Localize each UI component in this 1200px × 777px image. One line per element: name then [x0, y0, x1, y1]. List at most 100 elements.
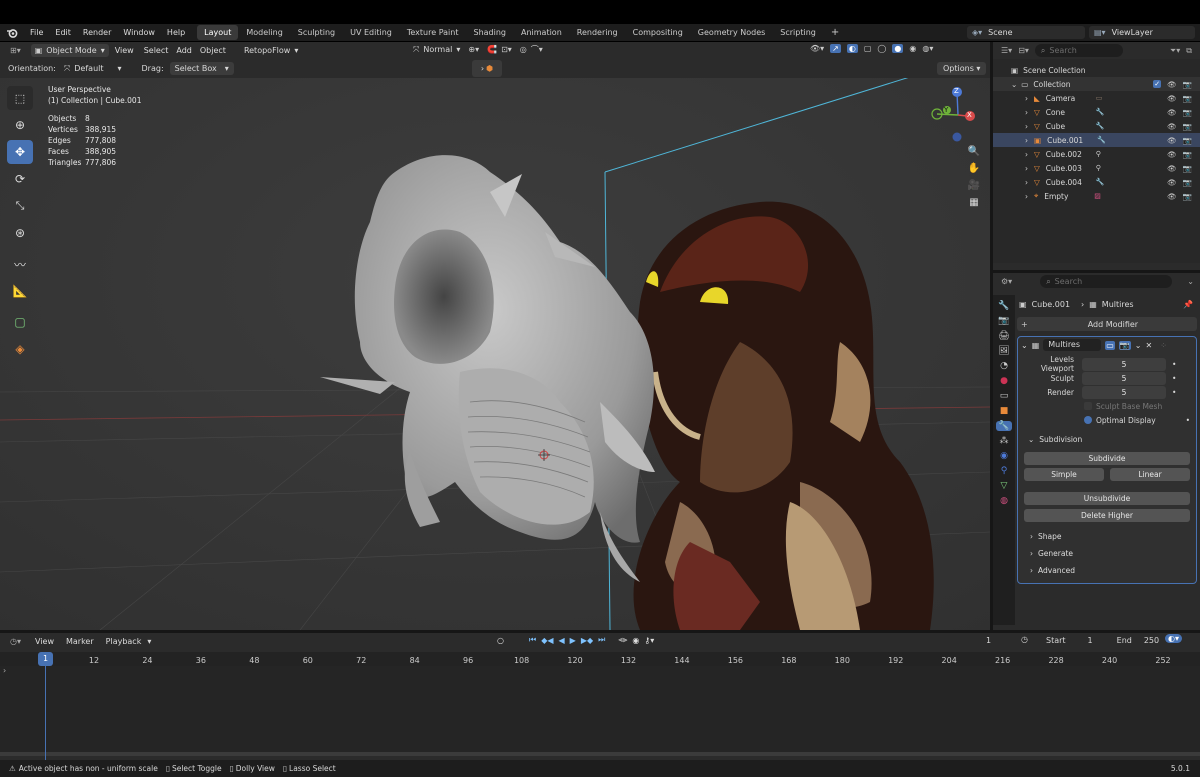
outliner-item[interactable]: › ▣ Cube.001 🔧 👁 📷 [993, 133, 1200, 147]
subdivide-button[interactable]: Subdivide [1024, 452, 1190, 465]
tab-shading[interactable]: Shading [466, 25, 513, 40]
advanced-section-header[interactable]: › Advanced [1018, 562, 1196, 579]
timeline-scrollbar[interactable] [0, 752, 1200, 756]
solid-shading-icon[interactable]: ● [892, 44, 904, 53]
eye-icon[interactable]: 👁 [1167, 192, 1177, 201]
data-tab-icon[interactable]: ▽ [1001, 481, 1008, 491]
camera-render-icon[interactable]: 📷 [1183, 136, 1192, 145]
keyframe-dot-icon[interactable]: • [1172, 374, 1176, 383]
properties-editor-icon[interactable]: ⚙▾ [1001, 277, 1012, 286]
timeline-ruler[interactable]: 1 12 24 36 48 60 72 84 96 108 120 132 144 156 168 180 19… [0, 652, 1200, 666]
next-keyframe-icon[interactable]: ▶◆ [581, 636, 593, 645]
tab-geometry-nodes[interactable]: Geometry Nodes [691, 25, 772, 40]
wrench-icon[interactable]: 🔧 [1096, 108, 1105, 116]
timeline-menu-view[interactable]: View [29, 633, 60, 650]
add-workspace-button[interactable]: + [824, 25, 846, 40]
camera-render-icon[interactable]: 📷 [1183, 80, 1192, 89]
timeline-view-toggle-icon[interactable]: ◐▾ [1165, 634, 1182, 643]
tab-texture-paint[interactable]: Texture Paint [400, 25, 466, 40]
timeline-menu-playback[interactable]: Playback [100, 633, 148, 650]
tool-move[interactable]: ✥ [7, 140, 33, 164]
outliner-item[interactable]: › ⌖ Empty ▨ 👁 📷 [993, 189, 1200, 203]
tab-scripting[interactable]: Scripting [773, 25, 823, 40]
sculpt-base-mesh-checkbox[interactable] [1084, 402, 1092, 410]
scene-tab-icon[interactable]: ◔ [1000, 361, 1008, 371]
tab-compositing[interactable]: Compositing [626, 25, 690, 40]
outliner-editor-icon[interactable]: ☰▾ [1001, 46, 1012, 55]
timeline-menu-marker[interactable]: Marker [60, 633, 100, 650]
transform-orientation[interactable]: Normal [423, 45, 452, 54]
collection-row[interactable]: ⌄ ▭ Collection ✓ 👁 📷 [993, 77, 1200, 91]
camera-render-icon[interactable]: 📷 [1183, 122, 1192, 131]
camera-render-icon[interactable]: 📷 [1183, 192, 1192, 201]
camera-data-icon[interactable]: ▭ [1096, 94, 1103, 102]
viewport-menu-view[interactable]: View [109, 42, 140, 59]
proportional-edit-icon[interactable]: ◎ [520, 45, 527, 54]
mode-selector[interactable]: ▣ Object Mode ▾ [30, 44, 109, 57]
falloff-icon[interactable]: ⌒▾ [531, 44, 543, 55]
drag-handle-icon[interactable]: ⁘ [1160, 341, 1167, 350]
output-tab-icon[interactable]: 🖨 [998, 331, 1009, 341]
eye-icon[interactable]: 👁 [1167, 136, 1177, 145]
material-tab-icon[interactable]: ◍ [1000, 496, 1008, 506]
jump-start-icon[interactable]: ⏮ [529, 635, 536, 645]
render-camera-icon[interactable]: 📷 [1118, 340, 1131, 350]
menu-window[interactable]: Window [117, 24, 161, 41]
checkbox-icon[interactable]: ✓ [1153, 80, 1162, 88]
image-icon[interactable]: ▨ [1094, 192, 1101, 200]
linear-button[interactable]: Linear [1110, 468, 1190, 481]
menu-help[interactable]: Help [161, 24, 191, 41]
eye-icon[interactable]: 👁 [1167, 94, 1177, 103]
level-value-field[interactable]: 5 [1082, 357, 1166, 371]
clock-icon[interactable]: ◷ [1021, 635, 1028, 644]
camera-render-icon[interactable]: 📷 [1183, 94, 1192, 103]
optimal-display-checkbox[interactable] [1084, 416, 1092, 424]
tool-transform[interactable]: ⊛ [7, 221, 33, 245]
simple-button[interactable]: Simple [1024, 468, 1104, 481]
menu-file[interactable]: File [24, 24, 49, 41]
tool-cursor[interactable]: ⊕ [7, 113, 33, 137]
camera-render-icon[interactable]: 📷 [1183, 150, 1192, 159]
snap-icon[interactable]: 🧲 [487, 45, 497, 54]
camera-render-icon[interactable]: 📷 [1183, 164, 1192, 173]
constraint-icon[interactable]: ⚲ [1096, 164, 1101, 172]
generate-section-header[interactable]: › Generate [1018, 545, 1196, 562]
subdivision-section-header[interactable]: ⌄ Subdivision [1018, 431, 1196, 448]
menu-edit[interactable]: Edit [49, 24, 77, 41]
tab-sculpting[interactable]: Sculpting [291, 25, 342, 40]
delete-higher-button[interactable]: Delete Higher [1024, 509, 1190, 522]
auto-key-icon[interactable]: ◉ [632, 636, 639, 645]
chevron-down-icon[interactable]: ⌄ [1135, 341, 1142, 350]
object-tab-icon[interactable]: ■ [1000, 406, 1009, 416]
eye-icon[interactable]: 👁 [1167, 122, 1177, 131]
eye-icon[interactable]: 👁 [1167, 80, 1177, 89]
collection-tab-icon[interactable]: ▭ [1000, 391, 1009, 401]
outliner-item[interactable]: › ◣ Camera ▭ 👁 📷 [993, 91, 1200, 105]
chevron-right-icon[interactable]: › [1025, 150, 1028, 159]
chevron-down-icon[interactable]: ⌄ [1021, 341, 1028, 350]
prev-keyframe-icon[interactable]: ◆◀ [541, 636, 553, 645]
keying-icon[interactable]: ⫷⫸ [618, 635, 627, 645]
navigation-gizmo[interactable]: Z X Y [925, 82, 985, 142]
wireframe-shading-icon[interactable]: ◯ [877, 44, 886, 53]
chevron-right-icon[interactable]: › [1025, 136, 1028, 145]
gizmo-toggle-icon[interactable]: ↗ [830, 44, 841, 53]
overlays-icon[interactable]: ◐ [846, 44, 858, 53]
outliner-item[interactable]: › ▽ Cube.002 ⚲ 👁 📷 [993, 147, 1200, 161]
viewport-menu-select[interactable]: Select [140, 42, 173, 59]
timeline-editor-icon[interactable]: ◷▾ [10, 637, 21, 646]
play-icon[interactable]: ▶ [570, 636, 576, 645]
constraints-tab-icon[interactable]: ⚲ [1001, 466, 1008, 476]
chevron-down-icon[interactable]: ⌄ [1187, 277, 1194, 286]
retopoflow-tab[interactable]: › ⬢ [472, 60, 502, 77]
keyframe-dot-icon[interactable]: • [1172, 388, 1176, 397]
outliner-item[interactable]: › ▽ Cube.003 ⚲ 👁 📷 [993, 161, 1200, 175]
tool-annotate[interactable]: 〰 [7, 252, 33, 276]
playhead-frame-label[interactable]: 1 [38, 652, 53, 666]
snap-target-icon[interactable]: ⊡▾ [501, 45, 512, 54]
eye-icon[interactable]: 👁 [1167, 178, 1177, 187]
tool-retopo[interactable]: ◈ [7, 337, 33, 361]
level-value-field[interactable]: 5 [1082, 371, 1166, 385]
modifiers-tab-icon[interactable]: 🔧 [996, 421, 1012, 431]
tool-select-box[interactable]: ⬚ [7, 86, 33, 110]
